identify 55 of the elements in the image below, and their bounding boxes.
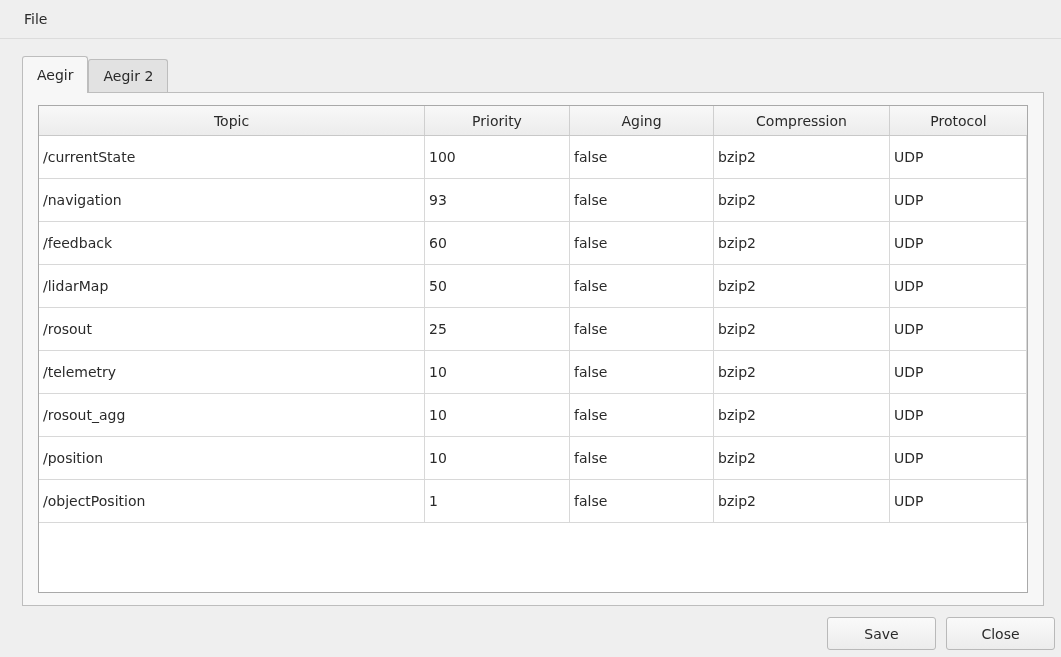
table-cell: bzip2: [714, 265, 890, 308]
table-cell: /rosout_agg: [39, 394, 425, 437]
table-cell: bzip2: [714, 308, 890, 351]
table-cell: bzip2: [714, 394, 890, 437]
table-cell: bzip2: [714, 136, 890, 179]
tab[interactable]: Aegir 2: [88, 59, 169, 92]
table-cell: UDP: [890, 136, 1027, 179]
table-cell: UDP: [890, 265, 1027, 308]
table-cell: /lidarMap: [39, 265, 425, 308]
table-cell: false: [570, 394, 714, 437]
table-cell: 10: [425, 351, 570, 394]
column-header[interactable]: Priority: [425, 106, 570, 135]
table-cell: /currentState: [39, 136, 425, 179]
table-cell: 50: [425, 265, 570, 308]
column-header[interactable]: Compression: [714, 106, 890, 135]
table-cell: /telemetry: [39, 351, 425, 394]
table-cell: UDP: [890, 222, 1027, 265]
table-cell: 93: [425, 179, 570, 222]
table-cell: bzip2: [714, 222, 890, 265]
dialog-button[interactable]: Close: [946, 617, 1055, 650]
table-cell: UDP: [890, 480, 1027, 523]
table-cell: 1: [425, 480, 570, 523]
table-cell: false: [570, 351, 714, 394]
table-cell: UDP: [890, 437, 1027, 480]
menu-item[interactable]: File: [20, 9, 52, 29]
table-cell: /navigation: [39, 179, 425, 222]
table-cell: false: [570, 265, 714, 308]
dialog-button[interactable]: Save: [827, 617, 936, 650]
table-cell: bzip2: [714, 480, 890, 523]
table-cell: false: [570, 308, 714, 351]
table-cell: 10: [425, 394, 570, 437]
table-cell: UDP: [890, 308, 1027, 351]
table-cell: UDP: [890, 179, 1027, 222]
table-cell: false: [570, 222, 714, 265]
table-cell: false: [570, 179, 714, 222]
column-header[interactable]: Topic: [39, 106, 425, 135]
table-cell: bzip2: [714, 179, 890, 222]
table-cell: 60: [425, 222, 570, 265]
table-cell: /objectPosition: [39, 480, 425, 523]
table-cell: bzip2: [714, 437, 890, 480]
table-cell: /rosout: [39, 308, 425, 351]
table-cell: /feedback: [39, 222, 425, 265]
column-header[interactable]: Protocol: [890, 106, 1027, 135]
table-cell: false: [570, 136, 714, 179]
table-cell: 25: [425, 308, 570, 351]
tab[interactable]: Aegir: [22, 56, 89, 93]
table-cell: bzip2: [714, 351, 890, 394]
table-cell: 10: [425, 437, 570, 480]
table-cell: 100: [425, 136, 570, 179]
table-cell: UDP: [890, 351, 1027, 394]
column-header[interactable]: Aging: [570, 106, 714, 135]
table-cell: false: [570, 437, 714, 480]
table-cell: /position: [39, 437, 425, 480]
table-cell: false: [570, 480, 714, 523]
table-cell: UDP: [890, 394, 1027, 437]
